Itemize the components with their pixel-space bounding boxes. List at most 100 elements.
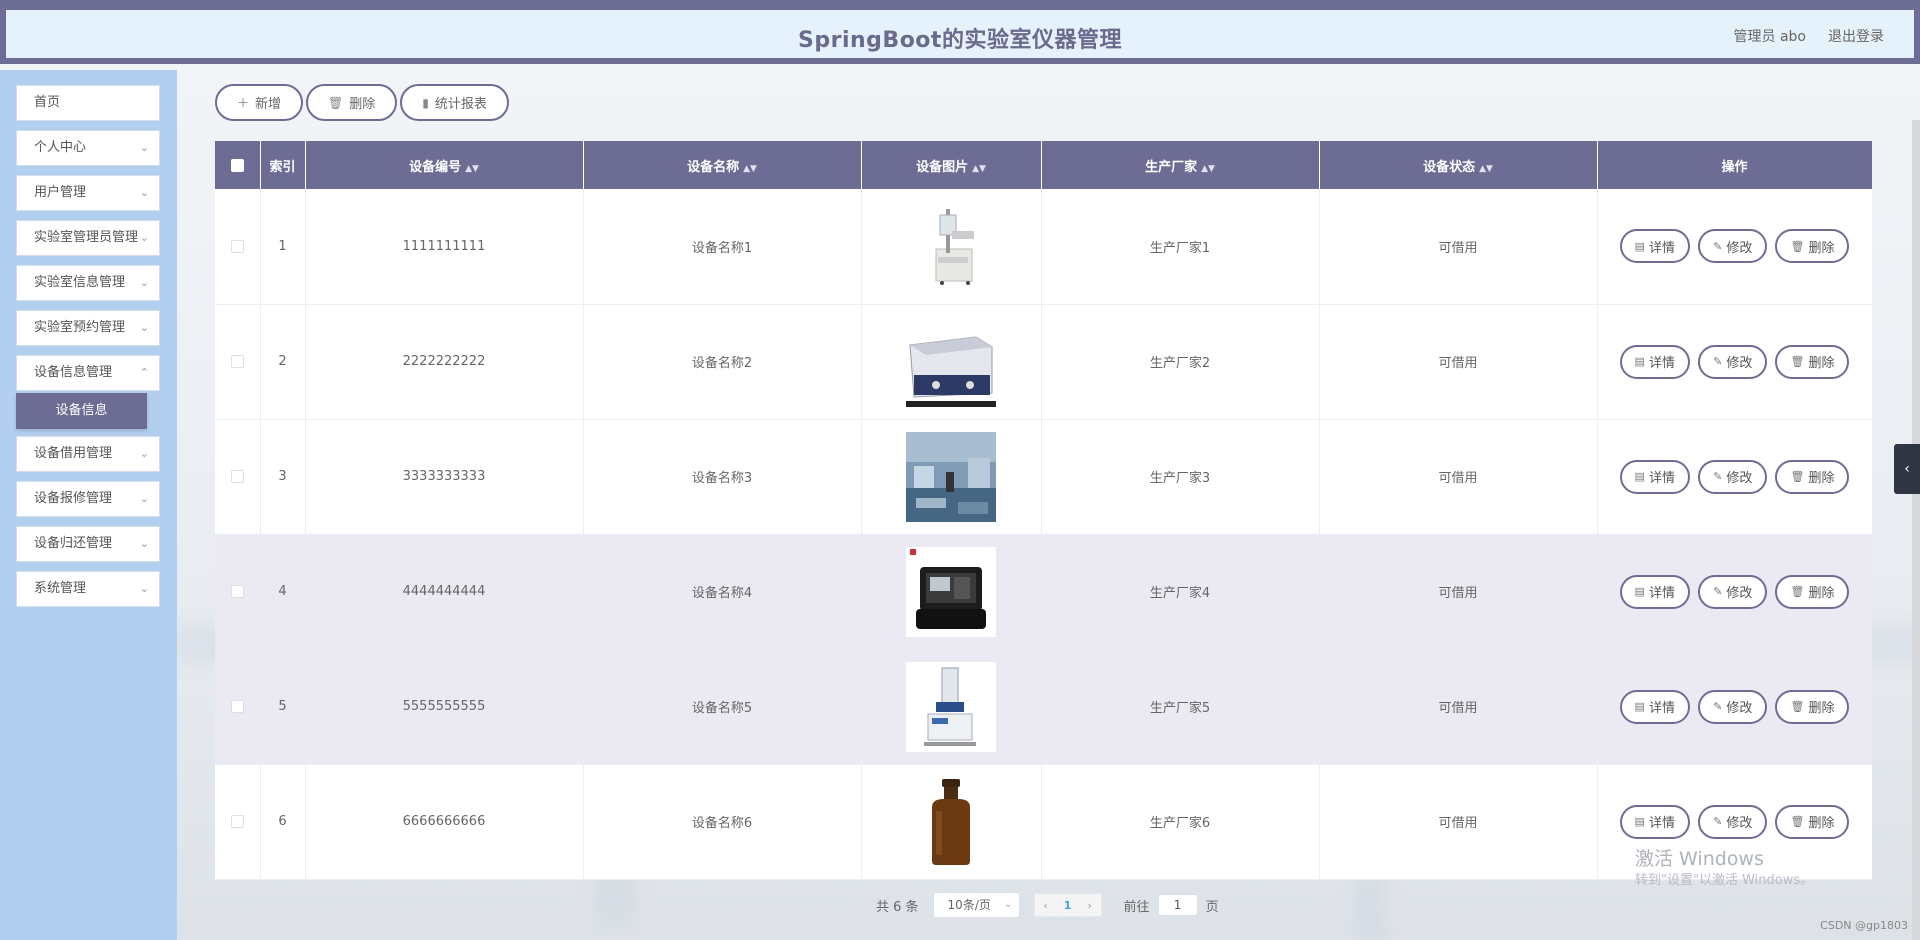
sidebar-item-profile[interactable]: 个人中心 ⌄ [16,130,160,166]
header: SpringBoot的实验室仪器管理 管理员 abo 退出登录 [0,6,1920,64]
edit-button-label: 修改 [1726,585,1753,600]
collapse-panel-button[interactable]: ‹ [1894,444,1920,494]
chevron-left-icon: ‹ [1904,461,1910,477]
sidebar-item-system[interactable]: 系统管理 ⌄ [16,571,160,607]
sidebar-item-label: 设备报修管理 [34,491,113,506]
sidebar-item-lab-admins[interactable]: 实验室管理员管理 ⌄ [16,220,160,256]
edit-button[interactable]: ✎ 修改 [1698,229,1768,264]
delete-button-label: 删除 [349,96,376,111]
sort-icon[interactable]: ▲▼ [1479,164,1493,174]
device-image-portable-kit[interactable] [906,546,996,637]
goto-page-input[interactable]: 1 [1157,894,1198,916]
trash-icon: 🗑 [1790,356,1805,368]
column-header-maker[interactable]: 生产厂家 ▲▼ [1041,141,1320,189]
row-checkbox[interactable] [230,239,244,253]
edit-button[interactable]: ✎ 修改 [1698,574,1768,609]
delete-button[interactable]: 🗑 删除 [1775,459,1850,494]
edit-button[interactable]: ✎ 修改 [1698,804,1768,839]
device-image-lab-room[interactable] [906,431,996,522]
row-device-maker: 生产厂家2 [1041,304,1320,420]
prev-page-button[interactable]: ‹ [1035,899,1057,912]
sidebar-item-users[interactable]: 用户管理 ⌄ [16,175,160,211]
logout-link[interactable]: 退出登录 [1828,26,1884,46]
sidebar-item-device-return[interactable]: 设备归还管理 ⌄ [16,526,160,562]
sidebar-item-device-info[interactable]: 设备信息管理 ⌃ [16,355,160,391]
column-header-label: 设备名称 [687,159,740,175]
document-icon: ▤ [1634,701,1645,713]
chevron-up-icon: ⌃ [139,366,149,379]
report-button[interactable]: ▮ 统计报表 [400,84,509,121]
sidebar-item-home[interactable]: 首页 [16,85,160,121]
sidebar-item-label: 实验室预约管理 [34,320,126,335]
device-image-instrument-stand[interactable] [906,201,996,292]
table-row: 4 4444444444 设备名称4 生产厂家4 可借用 ▤ 详情 ✎ 修改 🗑… [215,534,1872,650]
add-button[interactable]: ＋ 新增 [215,84,304,121]
report-button-label: 统计报表 [434,96,487,111]
delete-button[interactable]: 🗑 删除 [1775,229,1850,264]
sidebar-item-device-borrow[interactable]: 设备借用管理 ⌄ [16,436,160,472]
row-checkbox[interactable] [230,470,244,483]
delete-button[interactable]: 🗑 删除 [1775,574,1850,609]
sort-icon[interactable]: ▲▼ [1201,164,1215,174]
windows-activation-subtext: 转到"设置"以激活 Windows。 [1635,873,1814,888]
column-header-status[interactable]: 设备状态 ▲▼ [1319,141,1598,189]
document-icon: ▤ [1634,471,1645,483]
column-header-name[interactable]: 设备名称 ▲▼ [583,141,862,189]
row-select-cell [215,534,261,650]
edit-button-label: 修改 [1726,470,1753,485]
device-image-freeze-dryer[interactable] [906,661,996,752]
device-image-amber-bottle[interactable] [906,776,996,867]
row-actions-cell: ▤ 详情 ✎ 修改 🗑 删除 [1597,189,1872,305]
column-header-label: 设备图片 [916,159,969,175]
row-checkbox[interactable] [230,815,244,828]
sort-icon[interactable]: ▲▼ [465,164,479,174]
sidebar-item-device-repair[interactable]: 设备报修管理 ⌄ [16,481,160,517]
next-page-button[interactable]: › [1079,899,1101,912]
trash-icon: 🗑 [328,95,344,110]
bulk-delete-button[interactable]: 🗑 删除 [306,84,398,121]
select-all-checkbox[interactable] [230,158,244,172]
delete-button-label: 删除 [1808,585,1835,600]
page-scrollbar[interactable] [1912,120,1920,940]
column-header-code[interactable]: 设备编号 ▲▼ [305,141,584,189]
edit-button[interactable]: ✎ 修改 [1698,689,1768,724]
edit-button[interactable]: ✎ 修改 [1698,344,1768,379]
sort-icon[interactable]: ▲▼ [743,164,757,174]
sidebar-item-lab-booking[interactable]: 实验室预约管理 ⌄ [16,310,160,346]
detail-button[interactable]: ▤ 详情 [1619,344,1690,379]
sidebar-item-lab-info[interactable]: 实验室信息管理 ⌄ [16,265,160,301]
add-button-label: 新增 [255,96,282,111]
delete-button[interactable]: 🗑 删除 [1775,344,1850,379]
page-number-current[interactable]: 1 [1057,899,1079,912]
header-user-area: 管理员 abo 退出登录 [1734,26,1884,46]
row-actions-cell: ▤ 详情 ✎ 修改 🗑 删除 [1597,419,1872,535]
detail-button[interactable]: ▤ 详情 [1619,574,1690,609]
device-image-ultrasonic-cleaner[interactable] [906,316,996,407]
credit-watermark: CSDN @gp1803 [1820,919,1908,932]
current-user-label: 管理员 abo [1733,29,1806,45]
table-row: 2 2222222222 设备名称2 生产厂家2 可借用 ▤ 详情 ✎ 修改 🗑… [215,304,1872,420]
sidebar-subitem-device-info[interactable]: 设备信息 [16,393,147,429]
delete-button[interactable]: 🗑 删除 [1775,689,1850,724]
chevron-down-icon: ⌄ [139,186,149,199]
detail-button[interactable]: ▤ 详情 [1619,459,1690,494]
table-row: 1 1111111111 设备名称1 生产厂家1 可借用 ▤ 详情 ✎ 修改 🗑… [215,189,1872,305]
detail-button[interactable]: ▤ 详情 [1619,689,1690,724]
page-nav: ‹ 1 › [1033,893,1102,917]
detail-button[interactable]: ▤ 详情 [1619,229,1690,264]
detail-button-label: 详情 [1648,239,1675,255]
row-actions-cell: ▤ 详情 ✎ 修改 🗑 删除 [1597,534,1872,650]
delete-button[interactable]: 🗑 删除 [1775,804,1850,839]
sort-icon[interactable]: ▲▼ [972,164,986,174]
toolbar: ＋ 新增 🗑 删除 ▮ 统计报表 [215,84,509,121]
row-checkbox[interactable] [230,355,244,368]
row-index: 1 [260,189,306,305]
column-header-label: 设备编号 [409,159,462,175]
row-checkbox[interactable] [230,700,244,713]
detail-button[interactable]: ▤ 详情 [1619,804,1690,839]
row-checkbox[interactable] [230,585,244,598]
edit-button[interactable]: ✎ 修改 [1698,459,1768,494]
page-size-select[interactable]: 10条/页 ⌄ [932,892,1020,918]
sidebar: 首页 个人中心 ⌄ 用户管理 ⌄ 实验室管理员管理 ⌄ 实验室信息管理 ⌄ 实验室预约管… [0,70,177,940]
column-header-image[interactable]: 设备图片 ▲▼ [861,141,1042,189]
